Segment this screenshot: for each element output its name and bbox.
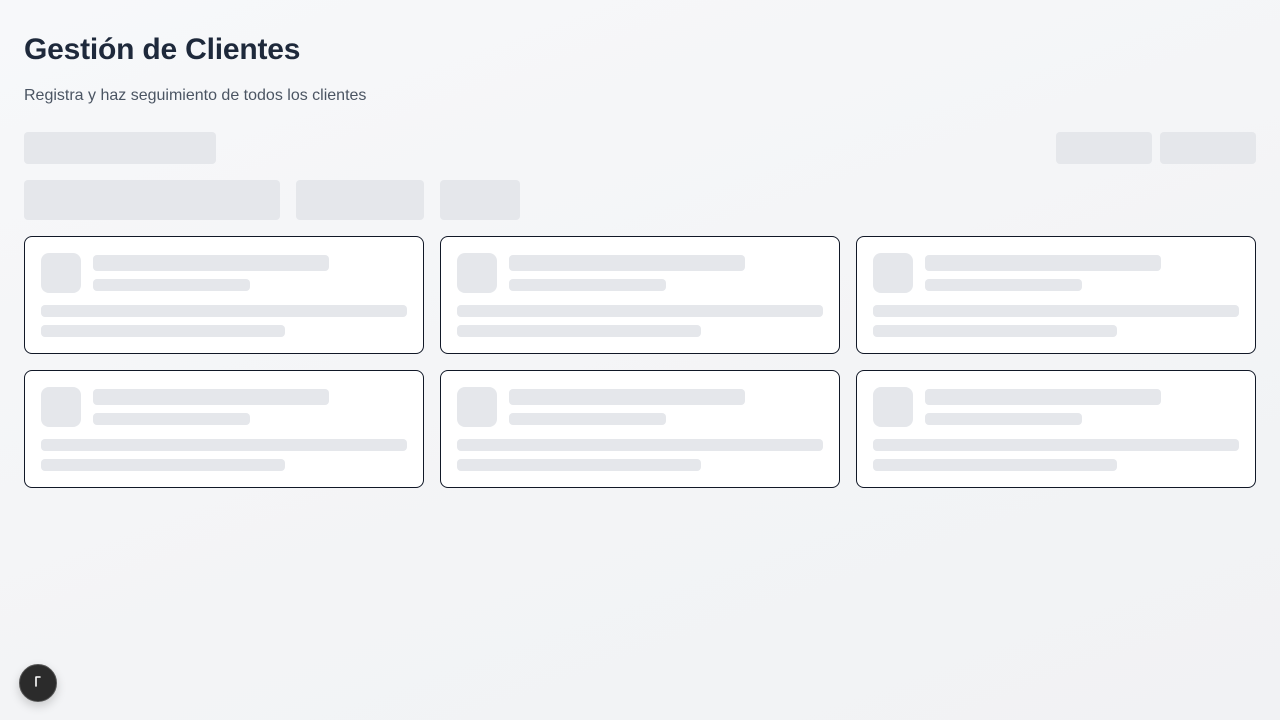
search-input-skeleton: [24, 180, 280, 220]
pointer-icon: [31, 674, 45, 693]
meta-line-skeleton: [93, 279, 250, 291]
toolbar-skeleton: [24, 132, 1256, 164]
meta-line-skeleton: [925, 279, 1082, 291]
avatar-skeleton: [41, 387, 81, 427]
detail-line-skeleton: [873, 305, 1239, 317]
detail-line-skeleton: [457, 305, 823, 317]
toolbar-button-skeleton-2: [1160, 132, 1256, 164]
client-card-skeleton: [440, 370, 840, 488]
avatar-skeleton: [457, 253, 497, 293]
avatar-skeleton: [873, 253, 913, 293]
page-subtitle: Registra y haz seguimiento de todos los …: [24, 87, 367, 104]
client-card-skeleton: [856, 370, 1256, 488]
avatar-skeleton: [873, 387, 913, 427]
name-line-skeleton: [509, 255, 745, 271]
client-card-skeleton: [856, 236, 1256, 354]
detail-line-skeleton: [41, 305, 407, 317]
page: Gestión de Clientes Registra y haz segui…: [0, 0, 1280, 106]
name-line-skeleton: [925, 389, 1161, 405]
detail-line-skeleton: [41, 439, 407, 451]
detail-line-skeleton: [457, 439, 823, 451]
detail-line-skeleton: [457, 325, 701, 337]
filter-button-skeleton: [440, 180, 520, 220]
client-cards-grid: [24, 236, 1256, 488]
client-card-skeleton: [24, 370, 424, 488]
avatar-skeleton: [41, 253, 81, 293]
meta-line-skeleton: [925, 413, 1082, 425]
name-line-skeleton: [93, 389, 329, 405]
detail-line-skeleton: [873, 459, 1117, 471]
name-line-skeleton: [925, 255, 1161, 271]
meta-line-skeleton: [93, 413, 250, 425]
detail-line-skeleton: [873, 325, 1117, 337]
detail-line-skeleton: [41, 459, 285, 471]
detail-line-skeleton: [457, 459, 701, 471]
name-line-skeleton: [509, 389, 745, 405]
client-card-skeleton: [24, 236, 424, 354]
meta-line-skeleton: [509, 413, 666, 425]
meta-line-skeleton: [509, 279, 666, 291]
floating-action-button[interactable]: [19, 664, 57, 702]
filter-select-skeleton: [296, 180, 424, 220]
detail-line-skeleton: [873, 439, 1239, 451]
detail-line-skeleton: [41, 325, 285, 337]
avatar-skeleton: [457, 387, 497, 427]
toolbar-button-skeleton-1: [1056, 132, 1152, 164]
name-line-skeleton: [93, 255, 329, 271]
page-title: Gestión de Clientes: [24, 33, 301, 66]
client-card-skeleton: [440, 236, 840, 354]
toolbar-left-skeleton: [24, 132, 216, 164]
